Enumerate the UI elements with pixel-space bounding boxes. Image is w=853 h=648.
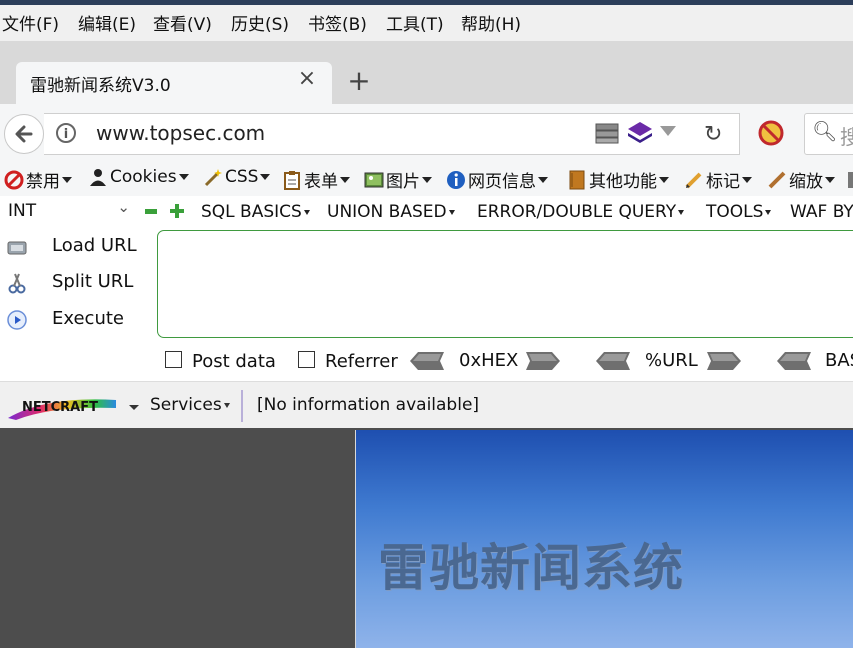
site-info-icon[interactable]: i bbox=[56, 123, 76, 143]
close-tab-icon[interactable]: × bbox=[296, 68, 318, 90]
play-icon bbox=[7, 310, 27, 330]
toolbar-resize[interactable]: 缩放 bbox=[767, 167, 835, 192]
cookies-icon bbox=[90, 169, 106, 186]
base64-encode-left-arrow-icon[interactable] bbox=[777, 352, 811, 370]
search-icon: 🔍︎ bbox=[812, 119, 838, 143]
hex-decode-right-arrow-icon[interactable] bbox=[526, 352, 560, 370]
toolbar-disable-label: 禁用 bbox=[26, 172, 60, 192]
noscript-icon[interactable] bbox=[758, 120, 784, 146]
toolbar-outline[interactable]: 标记 bbox=[684, 167, 752, 192]
post-data-label: Post data bbox=[192, 351, 276, 372]
toolbar-overflow-icon[interactable] bbox=[846, 170, 853, 190]
execute-button[interactable]: Execute bbox=[0, 305, 150, 335]
services-menu[interactable]: Services bbox=[150, 395, 230, 415]
chevron-down-icon: ⌄ bbox=[117, 198, 130, 216]
search-placeholder: 搜 bbox=[840, 125, 853, 149]
split-url-label: Split URL bbox=[52, 271, 134, 292]
reload-icon[interactable]: ↻ bbox=[704, 122, 722, 147]
menu-error-double-query[interactable]: ERROR/DOUBLE QUERY bbox=[477, 202, 685, 222]
toolbar-misc[interactable]: 其他功能 bbox=[567, 167, 669, 192]
toolbar-cookies[interactable]: Cookies bbox=[88, 167, 189, 187]
toolbar-css-label: CSS bbox=[225, 167, 259, 187]
referrer-label: Referrer bbox=[325, 351, 398, 372]
post-data-checkbox[interactable] bbox=[165, 351, 182, 368]
load-url-button[interactable]: Load URL bbox=[0, 232, 150, 262]
url-dropdown-icon[interactable] bbox=[660, 126, 676, 136]
ruler-icon bbox=[768, 171, 786, 188]
menu-union-based-label: UNION BASED bbox=[327, 202, 447, 222]
load-url-icon bbox=[7, 241, 27, 255]
url-decode-right-arrow-icon[interactable] bbox=[707, 352, 741, 370]
new-tab-button[interactable]: + bbox=[345, 66, 373, 96]
menu-bar: 文件(F) 编辑(E) 查看(V) 历史(S) 书签(B) 工具(T) 帮助(H… bbox=[0, 5, 853, 41]
url-encoder-label: %URL bbox=[645, 350, 698, 371]
hex-encode-left-arrow-icon[interactable] bbox=[410, 352, 444, 370]
hex-encoder-label: 0xHEX bbox=[459, 350, 519, 371]
type-select-value: INT bbox=[8, 201, 37, 221]
url-text[interactable]: www.topsec.com bbox=[96, 121, 265, 145]
toolbar-css[interactable]: CSS bbox=[203, 167, 271, 187]
netcraft-separator bbox=[241, 390, 243, 422]
pencil-icon bbox=[685, 172, 702, 188]
base64-encoder-label: BAS bbox=[825, 350, 853, 371]
menu-file[interactable]: 文件(F) bbox=[2, 10, 59, 35]
info-circle-icon bbox=[447, 170, 465, 189]
menu-edit[interactable]: 编辑(E) bbox=[78, 10, 136, 35]
toolbar-info-label: 网页信息 bbox=[468, 172, 536, 192]
menu-help[interactable]: 帮助(H) bbox=[461, 10, 521, 35]
load-url-label: Load URL bbox=[52, 235, 137, 256]
toolbar-forms[interactable]: 表单 bbox=[282, 167, 350, 192]
css-wand-icon bbox=[204, 169, 222, 187]
toolbar-forms-label: 表单 bbox=[304, 172, 338, 192]
menu-bookmarks[interactable]: 书签(B) bbox=[308, 10, 367, 35]
netcraft-info-text: [No information available] bbox=[257, 395, 480, 415]
scissors-icon bbox=[8, 273, 26, 294]
banner-title: 雷驰新闻系统 bbox=[378, 538, 684, 597]
menu-waf-bypass[interactable]: WAF BY bbox=[790, 202, 853, 222]
toolbar-images[interactable]: 图片 bbox=[364, 167, 432, 192]
sqli-server-icon[interactable] bbox=[594, 121, 620, 145]
svg-text:NETCRAFT: NETCRAFT bbox=[22, 400, 98, 415]
menu-waf-bypass-label: WAF BY bbox=[790, 202, 853, 222]
minus-icon[interactable] bbox=[145, 209, 157, 214]
toolbar-outline-label: 标记 bbox=[706, 172, 740, 192]
toolbar-info[interactable]: 网页信息 bbox=[446, 167, 548, 192]
toolbar-misc-label: 其他功能 bbox=[589, 172, 657, 192]
execute-label: Execute bbox=[52, 308, 124, 329]
menu-history[interactable]: 历史(S) bbox=[231, 10, 289, 35]
referrer-checkbox[interactable] bbox=[298, 351, 315, 368]
disable-icon bbox=[4, 170, 24, 189]
netcraft-dropdown-icon[interactable] bbox=[129, 405, 139, 410]
type-select[interactable]: INT ⌄ bbox=[4, 198, 132, 224]
url-encode-left-arrow-icon[interactable] bbox=[596, 352, 630, 370]
book-icon bbox=[569, 170, 585, 189]
clipboard-icon bbox=[284, 170, 300, 190]
back-arrow-icon bbox=[15, 125, 33, 143]
menu-sql-basics[interactable]: SQL BASICS bbox=[201, 202, 310, 222]
menu-tools[interactable]: TOOLS bbox=[706, 202, 772, 222]
hackbar-url-textarea[interactable] bbox=[157, 230, 853, 338]
toolbar-cookies-label: Cookies bbox=[110, 167, 177, 187]
split-url-button[interactable]: Split URL bbox=[0, 268, 150, 298]
plus-icon[interactable] bbox=[170, 204, 184, 218]
toolbar-disable[interactable]: 禁用 bbox=[4, 167, 72, 192]
menu-tools-label: TOOLS bbox=[706, 202, 764, 222]
menu-view[interactable]: 查看(V) bbox=[153, 10, 212, 35]
netcraft-logo[interactable]: NETCRAFT bbox=[6, 392, 120, 420]
menu-error-double-query-label: ERROR/DOUBLE QUERY bbox=[477, 202, 677, 222]
menu-union-based[interactable]: UNION BASED bbox=[327, 202, 455, 222]
services-label: Services bbox=[150, 395, 222, 415]
menu-sql-basics-label: SQL BASICS bbox=[201, 202, 302, 222]
tab-title: 雷驰新闻系统V3.0 bbox=[30, 76, 171, 96]
back-button[interactable] bbox=[4, 114, 44, 154]
image-icon bbox=[364, 172, 384, 187]
layers-icon[interactable] bbox=[626, 120, 654, 146]
toolbar-resize-label: 缩放 bbox=[789, 172, 823, 192]
toolbar-images-label: 图片 bbox=[386, 172, 420, 192]
menu-tools[interactable]: 工具(T) bbox=[386, 10, 444, 35]
